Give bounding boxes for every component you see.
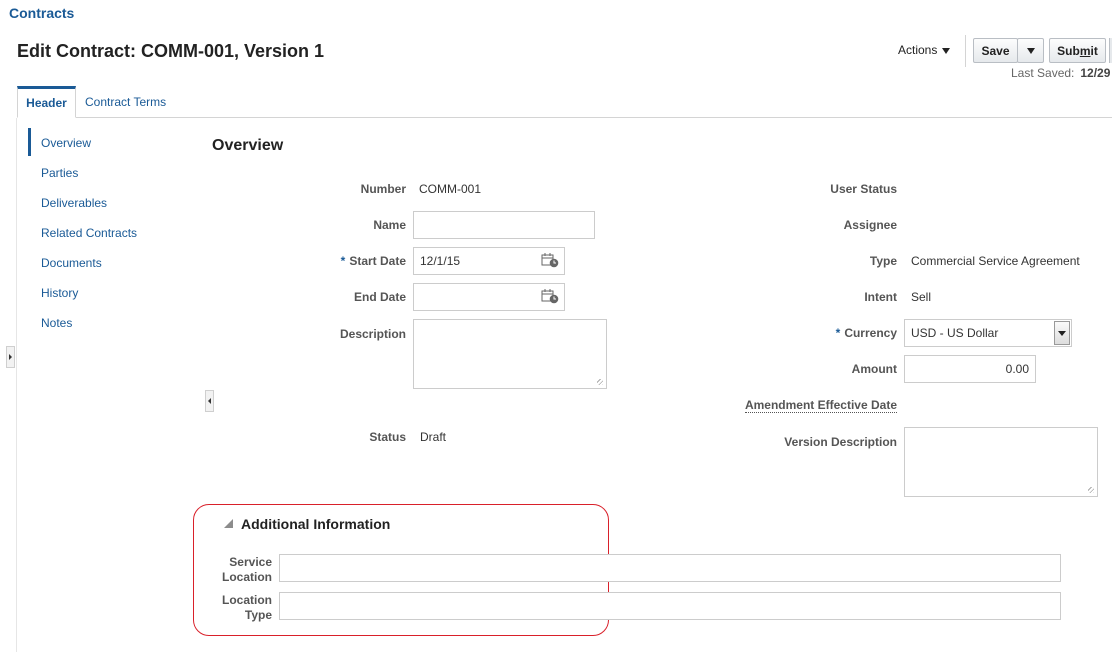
expand-panel-handle[interactable]: [6, 346, 15, 368]
nav-item-overview[interactable]: Overview: [41, 136, 91, 150]
location-type-label: Location Type: [200, 593, 272, 623]
resize-handle[interactable]: [1087, 486, 1095, 494]
currency-label: * Currency: [836, 326, 897, 340]
actions-label: Actions: [898, 43, 938, 57]
actions-menu[interactable]: Actions: [898, 43, 951, 57]
location-type-label-line1: Location: [222, 593, 272, 607]
caret-down-icon: [942, 48, 951, 54]
toolbar-divider: [965, 35, 966, 67]
section-title-overview: Overview: [212, 137, 284, 154]
start-date-label: * Start Date: [341, 254, 406, 268]
tab-contract-terms[interactable]: Contract Terms: [85, 86, 166, 118]
required-indicator: *: [835, 326, 841, 340]
nav-selected-indicator: [28, 128, 31, 156]
save-options-button[interactable]: [1017, 38, 1044, 63]
additional-information-header[interactable]: Additional Information: [241, 516, 390, 532]
page-title: Edit Contract: COMM-001, Version 1: [17, 41, 325, 61]
tabs-baseline: [17, 117, 1112, 118]
amount-input[interactable]: [904, 355, 1036, 383]
chevron-down-icon[interactable]: [1054, 321, 1070, 345]
status-label: Status: [369, 430, 406, 444]
description-textarea[interactable]: [413, 319, 607, 389]
user-status-label: User Status: [830, 182, 897, 196]
service-location-label-line2: Location: [222, 570, 272, 584]
type-label: Type: [869, 254, 897, 268]
amendment-effective-date-label[interactable]: Amendment Effective Date: [744, 398, 897, 413]
submit-label-accel: m: [1079, 43, 1091, 58]
number-label: Number: [360, 182, 406, 196]
name-input[interactable]: [413, 211, 595, 239]
service-location-label: Service Location: [200, 555, 272, 585]
nav-item-parties[interactable]: Parties: [41, 166, 78, 180]
caret-down-icon: [1026, 47, 1035, 54]
nav-item-notes[interactable]: Notes: [41, 316, 72, 330]
nav-item-history[interactable]: History: [41, 286, 78, 300]
version-description-label: Version Description: [784, 435, 897, 449]
service-location-input[interactable]: [279, 554, 1061, 582]
end-date-label: End Date: [353, 290, 406, 304]
last-saved: Last Saved: 12/29: [1011, 66, 1110, 80]
service-location-label-line1: Service: [229, 555, 272, 569]
location-type-label-line2: Type: [244, 608, 272, 622]
app-title[interactable]: Contracts: [9, 5, 74, 21]
assignee-label: Assignee: [843, 218, 897, 232]
resize-handle[interactable]: [596, 378, 604, 386]
calendar-icon[interactable]: [541, 252, 559, 268]
currency-selected-value: USD - US Dollar: [911, 326, 999, 340]
number-value: COMM-001: [419, 182, 482, 196]
nav-item-documents[interactable]: Documents: [41, 256, 102, 270]
name-label: Name: [373, 218, 406, 232]
currency-label-text: Currency: [844, 326, 897, 340]
panel-divider: [16, 118, 17, 652]
calendar-icon[interactable]: [541, 288, 559, 304]
tab-header[interactable]: Header: [17, 86, 76, 118]
type-value: Commercial Service Agreement: [911, 254, 1080, 268]
collapse-nav-handle[interactable]: [205, 390, 214, 412]
last-saved-value: 12/29: [1080, 66, 1111, 80]
intent-value: Sell: [911, 290, 932, 304]
location-type-input[interactable]: [279, 592, 1061, 620]
last-saved-label: Last Saved:: [1011, 66, 1075, 80]
intent-label: Intent: [864, 290, 897, 304]
version-description-textarea[interactable]: [904, 427, 1098, 497]
submit-label-prefix: Sub: [1057, 43, 1080, 58]
nav-item-deliverables[interactable]: Deliverables: [41, 196, 107, 210]
submit-label-suffix: it: [1090, 43, 1098, 58]
collapse-triangle-icon[interactable]: [224, 519, 233, 528]
nav-item-related-contracts[interactable]: Related Contracts: [41, 226, 137, 240]
status-value: Draft: [420, 430, 447, 444]
submit-button[interactable]: Sub m it: [1049, 38, 1106, 63]
start-date-label-text: Start Date: [349, 254, 406, 268]
amount-label: Amount: [851, 362, 897, 376]
currency-select[interactable]: USD - US Dollar: [904, 319, 1072, 347]
save-button[interactable]: Save: [973, 38, 1018, 63]
required-indicator: *: [340, 254, 346, 268]
description-label: Description: [339, 327, 406, 341]
